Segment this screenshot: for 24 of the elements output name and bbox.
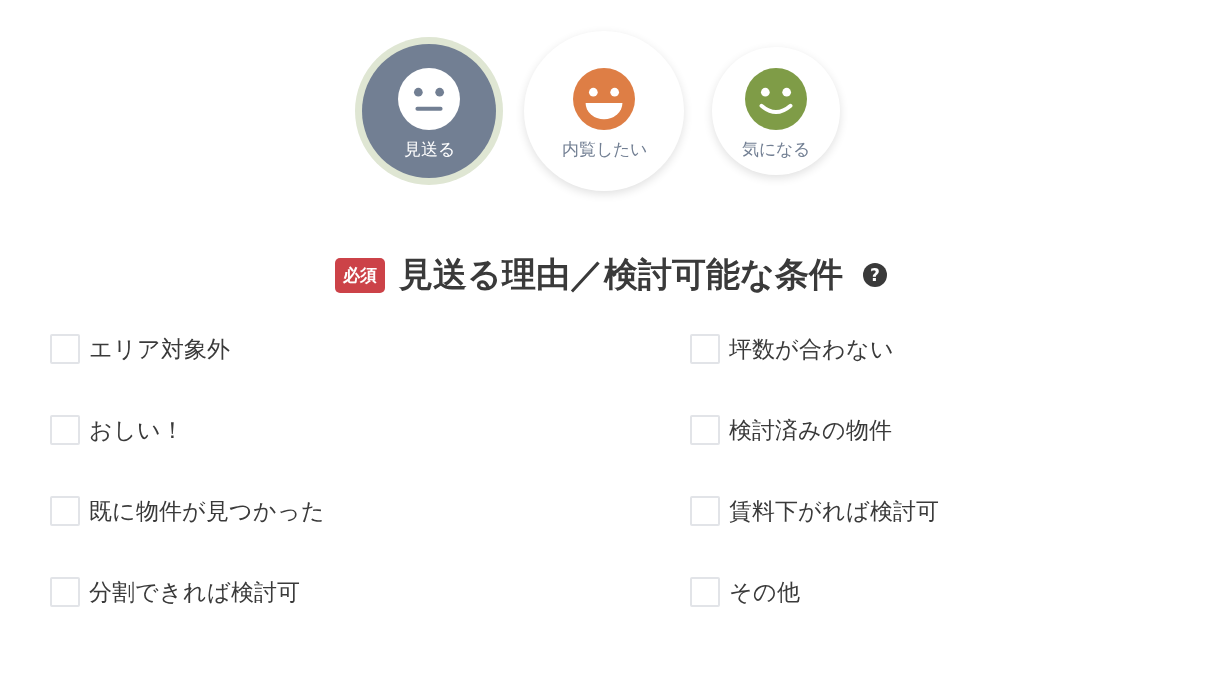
face-icon bbox=[573, 67, 635, 130]
checkbox[interactable] bbox=[690, 415, 720, 445]
checkbox[interactable] bbox=[690, 496, 720, 526]
reaction-button[interactable]: 気になる bbox=[712, 47, 840, 175]
face-icon bbox=[398, 67, 460, 130]
checkbox[interactable] bbox=[50, 496, 80, 526]
checkbox[interactable] bbox=[50, 415, 80, 445]
checkbox[interactable] bbox=[690, 577, 720, 607]
option-label[interactable]: 検討済みの物件 bbox=[729, 414, 892, 446]
face-icon bbox=[745, 67, 807, 130]
required-badge: 必須 bbox=[335, 257, 385, 293]
option-label[interactable]: 坪数が合わない bbox=[729, 333, 894, 365]
option-label[interactable]: 既に物件が見つかった bbox=[89, 495, 325, 527]
help-icon[interactable]: ? bbox=[863, 263, 887, 287]
section-title: 見送る理由／検討可能な条件 bbox=[399, 253, 843, 296]
checkbox[interactable] bbox=[690, 334, 720, 364]
option-label[interactable]: 賃料下がれば検討可 bbox=[729, 495, 939, 527]
option-label[interactable]: おしい！ bbox=[89, 414, 184, 446]
checkbox[interactable] bbox=[50, 334, 80, 364]
reaction-button[interactable]: 内覧したい bbox=[524, 31, 684, 191]
option-label[interactable]: エリア対象外 bbox=[89, 333, 230, 365]
option-label[interactable]: 分割できれば検討可 bbox=[89, 576, 300, 608]
checkbox[interactable] bbox=[50, 577, 80, 607]
option-label[interactable]: その他 bbox=[729, 576, 800, 608]
